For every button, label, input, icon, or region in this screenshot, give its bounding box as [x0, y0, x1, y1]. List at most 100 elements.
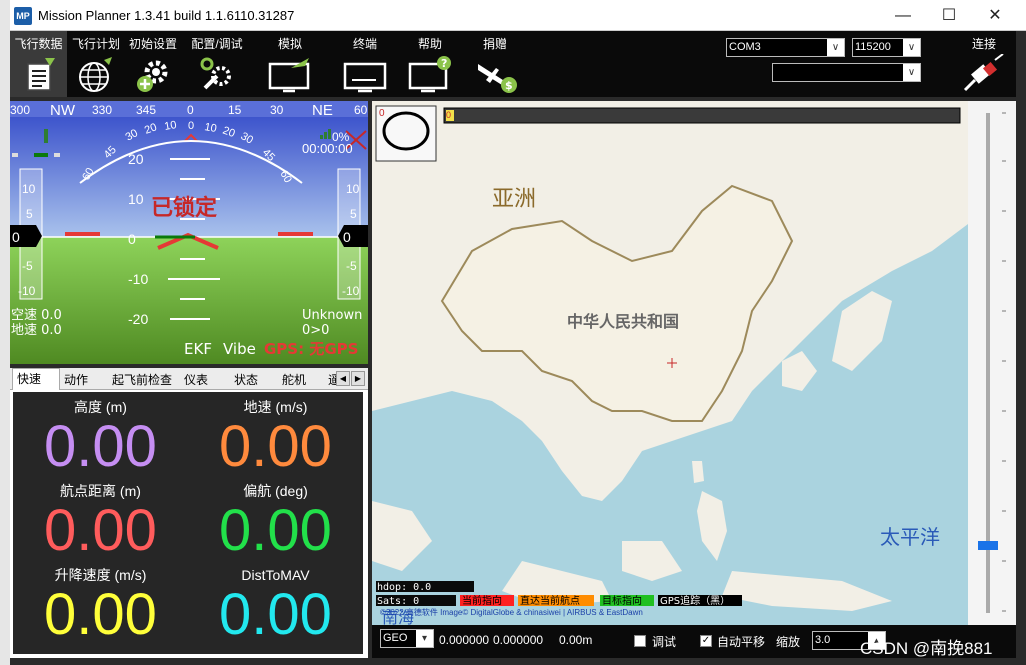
minimize-button[interactable]: — — [880, 0, 926, 31]
close-button[interactable]: ✕ — [972, 0, 1018, 31]
hud-panel: 300 NW 330 345 0 15 30 NE 60 60 45 30 20… — [10, 101, 368, 364]
plane-dollar-icon: $ — [478, 64, 517, 93]
watermark: CSDN @南挽881 — [860, 639, 993, 658]
speed-value: 0 — [12, 229, 20, 245]
pitch-label: -20 — [128, 311, 148, 327]
gear-add-icon — [137, 60, 168, 92]
menu-config-tuning[interactable]: 配置/调试 — [182, 31, 252, 97]
quick-yaw[interactable]: 偏航 (deg) 0.00 — [188, 482, 363, 562]
heading-tick: NW — [50, 102, 76, 119]
quick-value: 0.00 — [44, 582, 157, 647]
link-select[interactable]: ∨ — [772, 63, 921, 82]
speed-tick: -10 — [18, 284, 36, 298]
zoom-value: 3.0 — [815, 634, 831, 646]
menu-label: 模拟 — [277, 37, 302, 51]
legend-direct-wp: 直达当前航点 — [520, 594, 580, 607]
zoom-slider-thumb[interactable] — [978, 541, 998, 550]
title-bar: MP Mission Planner 1.3.41 build 1.1.6110… — [10, 0, 1026, 31]
heading-tick: 60 — [354, 103, 368, 117]
quick-value: 0.00 — [219, 498, 332, 563]
flight-mode: Unknown — [302, 308, 362, 323]
quick-vertical-speed[interactable]: 升降速度 (m/s) 0.00 — [13, 566, 188, 646]
legend-gps-track: GPS追踪（黑） — [660, 594, 730, 607]
quick-value: 0.00 — [44, 498, 157, 563]
tab-preflight[interactable]: 起飞前检查 — [108, 370, 180, 390]
menu-label: 飞行数据 — [14, 37, 63, 51]
gps-status: GPS: 无GPS — [264, 340, 358, 358]
menu-help[interactable]: 帮助 ? — [405, 31, 455, 97]
menu-simulation[interactable]: 模拟 — [260, 31, 320, 97]
tab-status[interactable]: 状态 — [230, 370, 280, 390]
progress-bar — [443, 107, 961, 124]
heading-tick: 345 — [136, 103, 156, 117]
menu-label: 配置/调试 — [191, 37, 243, 51]
tab-actions[interactable]: 动作 — [60, 370, 106, 390]
coord-type-select[interactable]: GEO ▾ — [380, 629, 434, 648]
legend-heading: 当前指向 — [462, 594, 502, 607]
armed-status: 已锁定 — [151, 195, 217, 221]
land-taiwan — [692, 461, 704, 483]
tab-servo[interactable]: 舵机 — [278, 370, 328, 390]
vibe-status[interactable]: Vibe — [223, 340, 256, 358]
label-pacific: 太平洋 — [880, 525, 940, 549]
desktop-background — [0, 0, 10, 665]
pitch-label: -10 — [128, 271, 148, 287]
port-value: COM3 — [729, 41, 761, 53]
hud-canvas: 300 NW 330 345 0 15 30 NE 60 60 45 30 20… — [10, 101, 368, 364]
menu-flight-plan[interactable]: 飞行计划 — [68, 31, 124, 97]
menu-initial-setup[interactable]: 初始设置 — [125, 31, 181, 97]
monitor-help-icon: ? — [408, 56, 451, 93]
quick-value: 0.00 — [219, 414, 332, 479]
maximize-button[interactable]: ☐ — [926, 0, 972, 31]
heading-tick: 15 — [228, 103, 242, 117]
chevron-down-icon: ▾ — [416, 630, 433, 647]
zoom-label: 缩放 — [776, 635, 801, 649]
zoom-slider[interactable] — [968, 101, 1016, 625]
flight-data-icon — [26, 58, 55, 91]
port-select[interactable]: COM3 ∨ — [726, 38, 845, 57]
ekf-status[interactable]: EKF — [184, 340, 212, 358]
tab-quick[interactable]: 快速 — [12, 368, 60, 390]
altitude-tick: 5 — [350, 207, 357, 221]
coord-type-value: GEO — [383, 632, 408, 644]
svg-text:?: ? — [441, 57, 447, 70]
chevron-down-icon: ∨ — [827, 39, 844, 56]
debug-checkbox[interactable] — [634, 635, 646, 647]
quick-altitude[interactable]: 高度 (m) 0.00 — [13, 398, 188, 478]
latitude-readout: 0.000000 — [439, 633, 490, 647]
wrench-gear-icon — [200, 57, 231, 90]
quick-wp-distance[interactable]: 航点距离 (m) 0.00 — [13, 482, 188, 562]
label-china: 中华人民共和国 — [567, 312, 679, 331]
chevron-down-icon: ∨ — [903, 39, 920, 56]
map-view[interactable]: 亚洲 中华人民共和国 太平洋 南海 0 0 hdop: 0.0 Sats: 0 … — [372, 101, 1016, 625]
autopan-checkbox[interactable]: ✓ — [700, 635, 712, 647]
zoom-slider-track — [968, 101, 1016, 625]
flight-timer: 00:00:00 — [302, 141, 353, 156]
menu-donate[interactable]: 捐赠 $ — [470, 31, 520, 97]
globe-icon — [79, 57, 112, 92]
connect-label: 连接 — [971, 37, 996, 51]
baud-select[interactable]: 115200 ∨ — [852, 38, 921, 57]
quick-grid: 高度 (m) 0.00 地速 (m/s) 0.00 航点距离 (m) 0.00 … — [13, 392, 363, 654]
scroll-right-icon[interactable]: ▶ — [351, 371, 365, 386]
speed-tick: 5 — [26, 207, 33, 221]
label-asia: 亚洲 — [492, 187, 536, 212]
plug-icon — [963, 54, 1004, 92]
scroll-left-icon[interactable]: ◀ — [336, 371, 350, 386]
menu-label: 捐赠 — [482, 37, 507, 51]
tab-gauges[interactable]: 仪表 — [180, 370, 230, 390]
quick-groundspeed[interactable]: 地速 (m/s) 0.00 — [188, 398, 363, 478]
monitor-plane-icon — [268, 58, 310, 93]
quick-dist-to-mav[interactable]: DistToMAV 0.00 — [188, 566, 363, 646]
heading-tick: 30 — [270, 103, 284, 117]
waypoint-readout: 0>0 — [302, 323, 329, 338]
connect-button[interactable]: 连接 — [954, 31, 1014, 97]
menu-label: 终端 — [352, 37, 377, 51]
menu-flight-data[interactable]: 飞行数据 — [10, 31, 67, 97]
autopan-label: 自动平移 — [717, 635, 766, 649]
app-logo-icon: MP — [14, 7, 32, 25]
altitude-tick: 10 — [346, 182, 360, 196]
menu-terminal[interactable]: 终端 — [340, 31, 390, 97]
data-tabs: 快速 动作 起飞前检查 仪表 状态 舵机 遥 ◀ ▶ — [10, 368, 368, 390]
longitude-readout: 0.000000 — [493, 633, 544, 647]
